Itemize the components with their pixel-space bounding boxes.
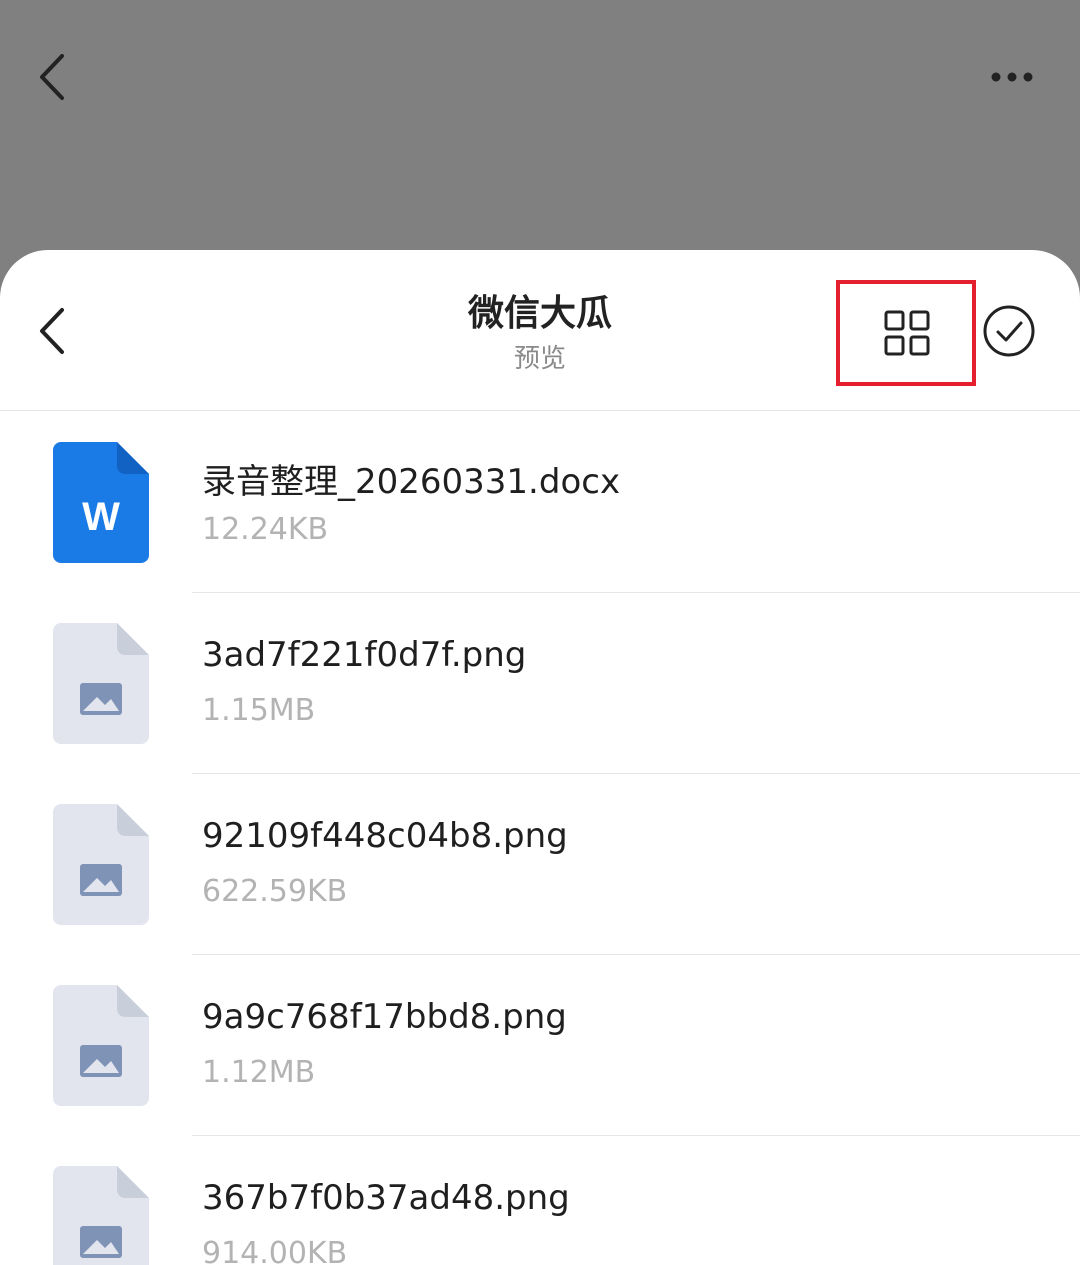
file-name: 92109f448c04b8.png [202,816,568,856]
sheet-header: 微信大瓜 预览 [0,250,1080,411]
select-button[interactable] [982,304,1036,358]
list-item[interactable]: W 录音整理_20260331.docx 12.24KB [0,412,1080,593]
file-name: 9a9c768f17bbd8.png [202,997,567,1037]
file-size: 914.00KB [202,1236,348,1265]
file-size: 1.12MB [202,1055,316,1090]
file-preview-sheet: 微信大瓜 预览 W 录音整理_20260331.docx 12.24KB 3ad… [0,250,1080,1265]
back-button[interactable] [30,50,80,104]
more-button[interactable] [982,62,1042,92]
file-size: 622.59KB [202,874,348,909]
sheet-title: 微信大瓜 [467,293,612,334]
image-file-icon [53,623,149,744]
check-circle-icon [983,305,1035,357]
sheet-back-button[interactable] [30,304,80,358]
image-file-icon [53,1166,149,1265]
list-item[interactable]: 367b7f0b37ad48.png 914.00KB [0,1136,1080,1265]
grid-view-icon [884,310,930,356]
file-name: 录音整理_20260331.docx [202,462,621,502]
sheet-subtitle: 预览 [513,344,566,374]
chevron-left-icon [40,54,64,100]
file-size: 1.15MB [202,693,316,728]
file-name: 367b7f0b37ad48.png [202,1178,570,1218]
list-item[interactable]: 9a9c768f17bbd8.png 1.12MB [0,955,1080,1136]
file-size: 12.24KB [202,512,329,547]
more-horizontal-icon [991,72,1033,82]
image-file-icon [53,985,149,1106]
grid-view-button[interactable] [836,280,976,386]
image-file-icon [53,804,149,925]
svg-text:W: W [82,495,120,539]
list-item[interactable]: 92109f448c04b8.png 622.59KB [0,774,1080,955]
list-item[interactable]: 3ad7f221f0d7f.png 1.15MB [0,593,1080,774]
chevron-left-icon [40,308,64,354]
file-name: 3ad7f221f0d7f.png [202,635,527,675]
word-document-icon: W [53,442,149,563]
file-list: W 录音整理_20260331.docx 12.24KB 3ad7f221f0d… [0,412,1080,1265]
top-bar [0,0,1080,250]
